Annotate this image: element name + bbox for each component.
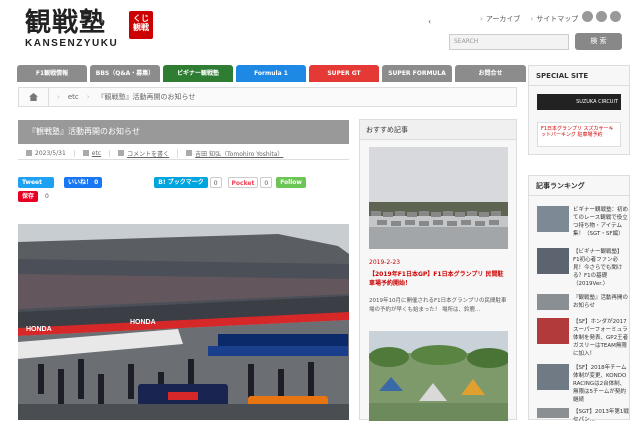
honda-banner-text: HONDA (26, 326, 52, 333)
comment-link[interactable]: コメントを書く (110, 148, 179, 158)
breadcrumb-separator: › (57, 93, 60, 101)
logo-badge: くじ 観戦 (129, 11, 153, 39)
pinterest-save-button[interactable]: 保存 (18, 191, 39, 202)
recommended-snippet: 2019年10月に開催されるF1日本グランプリの民間駐車場の予約が早くも始まった… (369, 298, 507, 313)
chevron-right-icon: › (530, 15, 534, 23)
site-logo[interactable]: 観戦塾 くじ 観戦 KANSENZYUKU (25, 8, 153, 49)
pocket-count: 0 (260, 177, 273, 188)
share-row-2: 保存 0 (18, 191, 52, 202)
ranking-thumbnail (537, 408, 569, 418)
home-icon (29, 93, 38, 101)
site-header: 観戦塾 くじ 観戦 KANSENZYUKU ‹ › アーカイブ › サイトマップ S… (0, 0, 640, 62)
ranking-thumbnail (537, 248, 569, 274)
search-button[interactable]: 検 索 (575, 33, 622, 50)
article-category[interactable]: etc (75, 149, 111, 157)
recommended-panel: おすすめ記事 2019-2-23 【2019年F1日本GP】F1日本グランプリ … (359, 119, 517, 421)
ranking-thumbnail (537, 318, 569, 344)
search-input[interactable]: SEARCH (449, 34, 569, 50)
ranking-heading: 記事ランキング (529, 176, 629, 196)
nav-item-f1-info[interactable]: F1観戦情報 (17, 65, 87, 82)
ranking-title: ビギナー観戦塾：初めてのレース観戦で役立つ持ち物・アイテム集！（SGT・SF編） (573, 207, 629, 237)
facebook-icon[interactable] (610, 11, 621, 22)
suzuka-parking-banner[interactable]: F1日本グランプリ スズカサーキットパーキング 駐車場予約 (537, 122, 621, 147)
hero-image: HONDA HONDA (18, 224, 349, 420)
ranking-title: 『観戦塾』活動再開のお知らせ (573, 295, 629, 309)
ranking-thumbnail (537, 294, 569, 310)
chevron-right-icon: › (480, 15, 483, 23)
breadcrumb-etc[interactable]: etc (68, 93, 79, 101)
sitemap-link[interactable]: › サイトマップ (530, 14, 578, 24)
twitter-icon[interactable] (596, 11, 607, 22)
breadcrumb-separator: › (86, 93, 90, 101)
logo-japanese: 観戦塾 (25, 8, 107, 38)
pinterest-count: 0 (41, 191, 52, 202)
chevron-left-icon: ‹ (428, 17, 432, 26)
rss-icon[interactable] (582, 11, 593, 22)
recommended-thumbnail[interactable] (369, 147, 508, 249)
nav-item-beginner[interactable]: ビギナー観戦塾 (163, 65, 233, 82)
nav-item-superformula[interactable]: SUPER FORMULA (382, 65, 452, 82)
nav-item-supergt[interactable]: SUPER GT (309, 65, 379, 82)
breadcrumb: › etc › 『観戦塾』活動再開のお知らせ (18, 87, 517, 107)
user-icon (186, 150, 193, 156)
pocket-button[interactable]: Pocket (227, 177, 259, 188)
ranking-title: 【SF】ホンダが2017スーパーフォーミュラ体制を発表、GP2王者ガスリーはTE… (573, 319, 629, 357)
share-buttons: Tweet いいね！ 0 B! ブックマーク 0 Pocket 0 Follow (18, 177, 306, 188)
like-button[interactable]: いいね！ 0 (64, 177, 103, 188)
recommended-thumbnail-2[interactable] (369, 331, 508, 421)
campsite-photo (369, 331, 508, 421)
special-site-heading: SPECIAL SITE (529, 66, 629, 86)
suzuka-circuit-banner[interactable]: SUZUKA CIRCUIT (537, 94, 621, 110)
ranking-title: 【ビギナー観戦塾】F1初心者ファン必見！今さらでも聞ける？F1の基礎（2019V… (573, 249, 623, 287)
social-icons (582, 11, 621, 22)
comment-icon (118, 150, 125, 156)
ranking-panel: 記事ランキング ビギナー観戦塾：初めてのレース観戦で役立つ持ち物・アイテム集！（… (528, 175, 630, 423)
ranking-title: 【SF】2018年チーム体制が変更、KONDO RACINGは2台体制、無限は5… (573, 365, 627, 403)
ranking-title: 【SGT】2013年第1戦セパン... (573, 409, 629, 423)
svg-text:HONDA: HONDA (130, 319, 156, 326)
nav-item-contact[interactable]: お問合せ (455, 65, 526, 82)
main-nav: F1観戦情報 BBS（Q&A・募集） ビギナー観戦塾 Formula 1 SUP… (17, 65, 526, 82)
recommended-link[interactable]: 【2019年F1日本GP】F1日本グランプリ 民間駐車場予約開始！ (369, 270, 509, 288)
nav-item-formula1[interactable]: Formula 1 (236, 65, 306, 82)
hatena-count: 0 (209, 177, 222, 188)
nav-item-bbs[interactable]: BBS（Q&A・募集） (90, 65, 160, 82)
article-date: 2023/5/31 (18, 149, 75, 157)
feedly-button[interactable]: Follow (276, 177, 306, 188)
recommended-heading: おすすめ記事 (360, 120, 516, 140)
hatena-button[interactable]: B! ブックマーク (154, 177, 208, 188)
parking-lot-photo (369, 147, 508, 249)
tweet-button[interactable]: Tweet (18, 177, 54, 188)
article-title: 『観戦塾』活動再開のお知らせ (18, 120, 349, 144)
clock-icon (26, 150, 32, 156)
ranking-thumbnail (537, 206, 569, 232)
special-site-panel: SPECIAL SITE SUZUKA CIRCUIT F1日本グランプリ スズ… (528, 65, 630, 155)
breadcrumb-current: 『観戦塾』活動再開のお知らせ (97, 93, 196, 101)
archive-link[interactable]: › アーカイブ (480, 14, 520, 24)
recommended-date: 2019-2-23 (369, 259, 401, 266)
top-links: › アーカイブ › サイトマップ (480, 14, 578, 24)
article-author[interactable]: 吉田 知弘（Tomohiro Yoshita） (178, 149, 291, 158)
ranking-thumbnail (537, 364, 569, 390)
logo-english: KANSENZYUKU (25, 38, 119, 49)
folder-icon (82, 150, 89, 156)
breadcrumb-home[interactable] (19, 88, 49, 106)
race-podium-photo: HONDA HONDA (18, 224, 349, 420)
article-meta: 2023/5/31 etc コメントを書く 吉田 知弘（Tomohiro Yos… (18, 147, 349, 160)
